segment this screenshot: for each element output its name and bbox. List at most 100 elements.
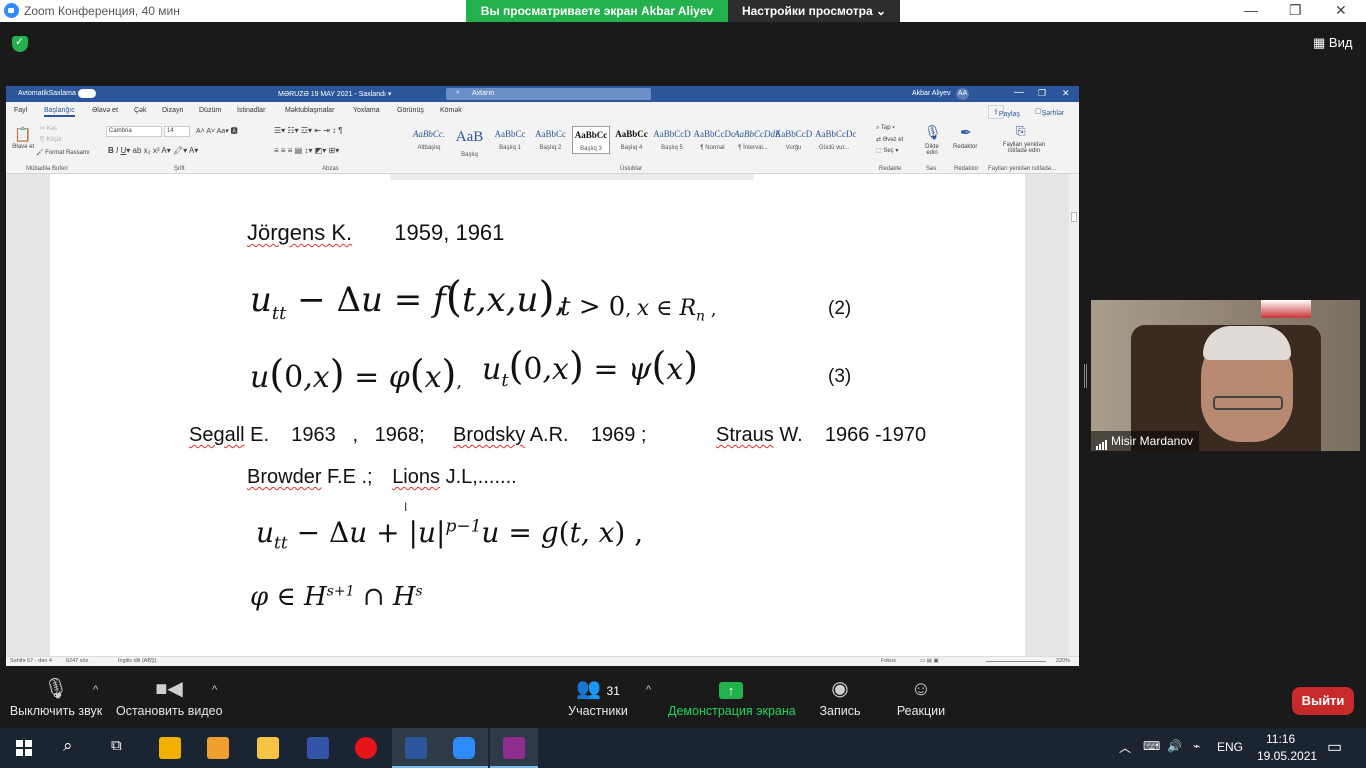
- participants-button[interactable]: 👥 31 Участники: [562, 674, 634, 728]
- select-button[interactable]: ⬚ Seç ▾: [876, 147, 898, 154]
- audio-options-chevron-icon[interactable]: ^: [93, 684, 98, 696]
- pdf-app[interactable]: [490, 728, 538, 768]
- word-close-button[interactable]: ✕: [1062, 88, 1070, 99]
- view-options-button[interactable]: Настройки просмотра ⌄: [728, 0, 900, 22]
- list-buttons[interactable]: ☰▾ ☷▾ ☲▾ ⇤ ⇥ ↕ ¶: [274, 126, 343, 135]
- style-item[interactable]: AaBbCc Başlıq 2: [532, 126, 570, 154]
- style-item[interactable]: AaBbCcD Vurğu: [775, 126, 813, 154]
- zoom-slider[interactable]: [986, 661, 1046, 662]
- close-button[interactable]: ✕: [1335, 2, 1347, 19]
- tab-review[interactable]: Yoxlama: [353, 107, 380, 114]
- cut-button[interactable]: ✂ Kəs: [40, 125, 57, 132]
- font-format-buttons[interactable]: B I U▾ ab x₂ x² A▾ 🖍▾ A▾: [108, 146, 198, 155]
- tab-file[interactable]: Fayl: [14, 107, 27, 114]
- mute-button[interactable]: 🎙 Выключить звук: [8, 674, 104, 728]
- search-taskbar-button[interactable]: ⌕: [48, 728, 96, 768]
- status-words[interactable]: 6247 söz: [66, 658, 88, 664]
- word-minimize-button[interactable]: —: [1014, 87, 1024, 98]
- status-language[interactable]: İngilis dili (ABŞ): [118, 658, 157, 664]
- comments-button[interactable]: ▢ Şərhlər: [1033, 105, 1064, 117]
- share-button[interactable]: ⇪ Paylaş: [988, 105, 1020, 119]
- paste-icon[interactable]: 📋: [14, 126, 31, 143]
- format-painter-button[interactable]: 🖌 Format Rəssamı: [36, 149, 90, 156]
- replace-button[interactable]: ⇄ Əvəz et: [876, 136, 903, 143]
- microphone-icon[interactable]: 🎙: [924, 124, 942, 141]
- tab-insert[interactable]: Əlavə et: [92, 107, 118, 114]
- search-box[interactable]: ⌕ Axtarın: [446, 88, 651, 100]
- clock-date[interactable]: 19.05.2021: [1257, 749, 1317, 763]
- reuse-files-label[interactable]: Faylları yenidən istifadə edin: [998, 142, 1050, 154]
- autosave-toggle[interactable]: [78, 89, 96, 98]
- copy-button[interactable]: ⎘ Köçür: [40, 137, 62, 144]
- style-item[interactable]: AaBbCc Başlıq 4: [613, 126, 651, 154]
- participants-chevron-icon[interactable]: ^: [646, 684, 651, 696]
- tray-chevron-icon[interactable]: ︿: [1119, 739, 1131, 756]
- task-view-button[interactable]: ⧉: [96, 728, 144, 768]
- store-app[interactable]: [146, 728, 194, 768]
- language-indicator[interactable]: ENG: [1217, 740, 1243, 754]
- vertical-scrollbar[interactable]: [1069, 174, 1079, 656]
- font-grow-button[interactable]: A˄ A˅ Aa▾ 🅰: [196, 126, 238, 136]
- dictate-label[interactable]: Dikte edin: [921, 144, 943, 156]
- style-item[interactable]: AaBbCc. Altbaşlıq: [410, 126, 448, 154]
- opera-app[interactable]: [342, 728, 390, 768]
- style-item[interactable]: AaBbCcD Başlıq 5: [653, 126, 691, 154]
- splitter-handle[interactable]: [1084, 364, 1087, 388]
- document-page[interactable]: Jörgens K. 1959, 1961 utt − Δu = f(t,x,u…: [50, 174, 1025, 656]
- style-item[interactable]: AaBbCc Başlıq 1: [491, 126, 529, 154]
- tab-help[interactable]: Kömək: [440, 107, 462, 114]
- record-button[interactable]: ◉ Запись: [814, 674, 866, 728]
- word-app[interactable]: [392, 728, 440, 768]
- floppy-app[interactable]: [294, 728, 342, 768]
- style-item[interactable]: AaB Başlıq: [451, 126, 489, 158]
- tab-view[interactable]: Görünüş: [397, 107, 424, 114]
- tab-design[interactable]: Dizayn: [162, 107, 183, 114]
- style-item[interactable]: AaBbCcDc Güclü vur...: [815, 126, 857, 154]
- tab-mailings[interactable]: Məktublaşmalar: [285, 107, 334, 114]
- word-restore-button[interactable]: ❐: [1038, 88, 1046, 99]
- network-icon[interactable]: ⌁: [1193, 739, 1200, 753]
- zoom-app[interactable]: [440, 728, 488, 768]
- font-size-select[interactable]: 14: [164, 126, 190, 137]
- status-zoom[interactable]: 220%: [1056, 658, 1070, 664]
- editor-label[interactable]: Redaktor: [953, 144, 977, 150]
- status-page[interactable]: Səhifə 57 - dən 4: [10, 658, 52, 664]
- view-modes[interactable]: ▭ ▤ ▣: [920, 658, 939, 664]
- scrollbar-thumb[interactable]: [1071, 212, 1077, 222]
- leave-button[interactable]: Выйти: [1292, 687, 1354, 715]
- stop-video-button[interactable]: ■◀ Остановить видео: [116, 674, 223, 728]
- share-screen-icon: ↑: [668, 674, 794, 704]
- font-name-select[interactable]: Cambria: [106, 126, 162, 137]
- user-avatar[interactable]: AA: [956, 88, 969, 100]
- align-buttons[interactable]: ≡ ≡ ≡ ▤ ↕▾ ◩▾ ⊞▾: [274, 146, 339, 155]
- notifications-icon[interactable]: ▭: [1327, 737, 1342, 757]
- volume-icon[interactable]: 🔊: [1167, 739, 1182, 753]
- tab-references[interactable]: İstinadlar: [237, 107, 265, 114]
- participant-video[interactable]: Misir Mardanov: [1091, 300, 1360, 451]
- view-button[interactable]: ▦ Вид: [1313, 35, 1352, 51]
- media-player-app[interactable]: [194, 728, 242, 768]
- security-shield-icon[interactable]: [12, 35, 28, 52]
- style-item[interactable]: AaBbCc Başlıq 3: [572, 126, 610, 154]
- editor-icon[interactable]: ✒: [960, 124, 972, 141]
- document-title[interactable]: MƏRUZƏ 19 MAY 2021 - Saxlandı ▾: [278, 90, 391, 98]
- clock-time[interactable]: 11:16: [1266, 732, 1295, 746]
- reuse-files-icon[interactable]: ⎘: [1016, 124, 1026, 139]
- share-screen-button[interactable]: ↑ Демонстрация экрана: [668, 674, 796, 728]
- find-button[interactable]: ⌕ Tap ▾: [876, 125, 895, 132]
- paste-label[interactable]: Əlavə et: [12, 144, 34, 150]
- style-item[interactable]: AaBbCcDc ¶ Normal: [694, 126, 736, 154]
- tab-home[interactable]: Başlanğıc: [44, 107, 75, 117]
- ime-icon[interactable]: ⌨: [1143, 739, 1160, 753]
- video-options-chevron-icon[interactable]: ^: [212, 684, 217, 696]
- tab-layout[interactable]: Düzüm: [199, 107, 221, 114]
- start-button[interactable]: [0, 728, 48, 768]
- style-item[interactable]: AaBbCcDdE ¶ İnterval...: [734, 126, 781, 154]
- stop-video-label: Остановить видео: [116, 704, 223, 718]
- file-explorer-app[interactable]: [244, 728, 292, 768]
- minimize-button[interactable]: —: [1244, 2, 1258, 18]
- focus-mode-button[interactable]: Fokus: [881, 658, 896, 664]
- maximize-button[interactable]: ❐: [1289, 2, 1302, 19]
- reactions-button[interactable]: ☺ Реакции: [892, 674, 950, 728]
- tab-draw[interactable]: Çək: [134, 107, 146, 114]
